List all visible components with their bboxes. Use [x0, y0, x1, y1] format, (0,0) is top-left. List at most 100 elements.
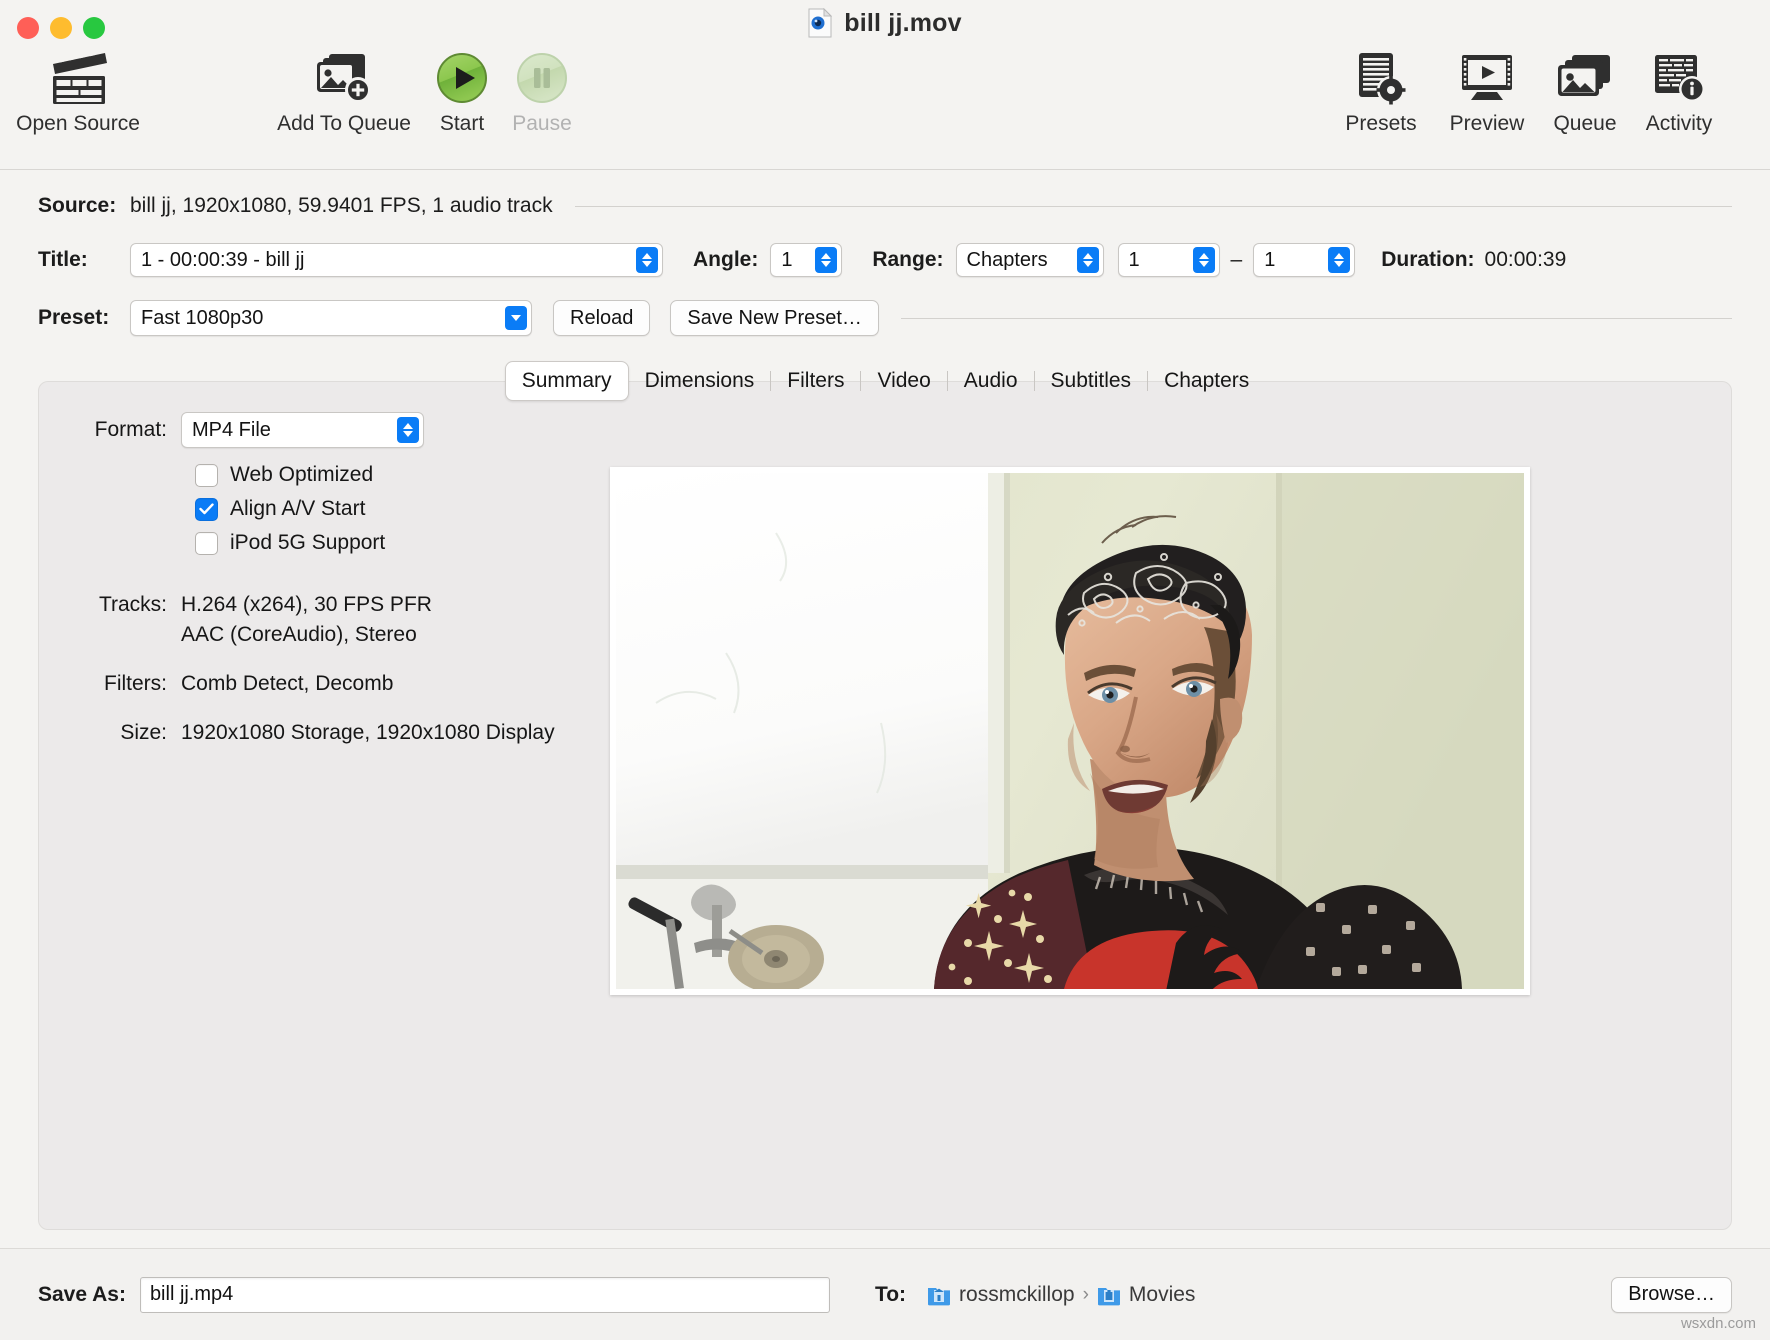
- align-av-start-label: Align A/V Start: [230, 497, 366, 520]
- monitor-play-icon: [1459, 48, 1515, 108]
- angle-popup[interactable]: 1: [770, 243, 843, 277]
- toolbar-pause-label: Pause: [512, 112, 572, 135]
- toolbar-preview-label: Preview: [1449, 112, 1525, 135]
- breadcrumb-separator: ›: [1082, 1283, 1089, 1305]
- clapperboard-icon: [47, 48, 109, 108]
- save-as-label: Save As:: [38, 1282, 126, 1306]
- toolbar-add-to-queue-label: Add To Queue: [277, 112, 411, 135]
- duration-label: Duration:: [1381, 248, 1475, 271]
- format-popup[interactable]: MP4 File: [181, 412, 424, 448]
- footer-bar: Save As: bill jj.mp4 To: rossmckillop ›: [0, 1248, 1770, 1340]
- breadcrumb-home[interactable]: rossmckillop: [927, 1283, 1075, 1307]
- queue-stack-icon: [1557, 48, 1613, 108]
- filters-label: Filters:: [104, 672, 167, 695]
- preview-thumbnail[interactable]: [610, 467, 1530, 995]
- pause-circle-icon: [515, 48, 569, 108]
- format-options: Web Optimized Align A/V Start iPod 5G Su…: [195, 458, 601, 560]
- angle-label: Angle:: [693, 248, 759, 271]
- duration-value: 00:00:39: [1484, 248, 1567, 271]
- document-icon: [808, 7, 833, 38]
- activity-info-icon: [1652, 48, 1706, 108]
- toolbar: bill jj.mov Open Source Add To Queue Sta…: [0, 0, 1770, 170]
- watermark: wsxdn.com: [1680, 1315, 1756, 1332]
- tabs: Summary Dimensions Filters Video Audio S…: [504, 361, 1266, 401]
- source-value: bill jj, 1920x1080, 59.9401 FPS, 1 audio…: [130, 194, 553, 217]
- filters-value: Comb Detect, Decomb: [181, 672, 394, 695]
- save-new-preset-button[interactable]: Save New Preset…: [670, 300, 879, 336]
- range-type-popup[interactable]: Chapters: [955, 243, 1104, 277]
- format-popup-value: MP4 File: [192, 418, 271, 441]
- toolbar-activity-label: Activity: [1645, 112, 1713, 135]
- toolbar-items: Open Source Add To Queue Start Pause Pre…: [0, 48, 1770, 158]
- save-as-input[interactable]: bill jj.mp4: [139, 1276, 830, 1313]
- window-title-text: bill jj.mov: [844, 8, 962, 37]
- toolbar-activity[interactable]: Activity: [1614, 48, 1744, 136]
- save-as-value: bill jj.mp4: [149, 1283, 234, 1305]
- tab-dimensions-label: Dimensions: [644, 369, 755, 392]
- preset-popup-value: Fast 1080p30: [141, 306, 264, 329]
- reload-button[interactable]: Reload: [553, 300, 651, 336]
- presets-gear-icon: [1355, 48, 1407, 108]
- range-start-popup[interactable]: 1: [1117, 243, 1220, 277]
- toolbar-queue-label: Queue: [1553, 112, 1617, 135]
- tab-chapters-label: Chapters: [1164, 369, 1250, 392]
- ipod-5g-support-label: iPod 5G Support: [230, 531, 386, 554]
- range-type-chevron-icon: [1076, 247, 1099, 273]
- tab-summary[interactable]: Summary: [504, 361, 629, 401]
- tab-video[interactable]: Video: [861, 361, 946, 401]
- preset-divider: [900, 317, 1732, 319]
- home-folder-icon: [927, 1284, 951, 1306]
- range-start-value: 1: [1128, 248, 1140, 271]
- title-label: Title:: [38, 248, 88, 271]
- range-dash: –: [1230, 248, 1243, 271]
- browse-button[interactable]: Browse…: [1611, 1276, 1732, 1313]
- checkbox-ipod-5g-support[interactable]: iPod 5G Support: [195, 526, 601, 560]
- tracks-audio-value: AAC (CoreAudio), Stereo: [181, 623, 417, 646]
- ipod-5g-support-checkbox-icon: [195, 531, 218, 555]
- toolbar-open-source[interactable]: Open Source: [13, 48, 143, 136]
- tab-audio-label: Audio: [963, 369, 1018, 392]
- format-label: Format:: [94, 418, 167, 441]
- tab-filters[interactable]: Filters: [771, 361, 860, 401]
- angle-popup-chevron-icon: [815, 247, 838, 273]
- breadcrumb-movies[interactable]: Movies: [1097, 1283, 1195, 1307]
- tab-dimensions[interactable]: Dimensions: [629, 361, 771, 401]
- filters-row: Filters: Comb Detect, Decomb: [81, 669, 601, 699]
- web-optimized-label: Web Optimized: [230, 463, 374, 486]
- preview-image: [616, 473, 1524, 989]
- format-popup-chevron-icon: [397, 417, 419, 443]
- movies-folder-icon: [1097, 1284, 1121, 1306]
- range-end-popup[interactable]: 1: [1253, 243, 1356, 277]
- source-row: Source: bill jj, 1920x1080, 59.9401 FPS,…: [38, 184, 1732, 228]
- add-image-icon: [315, 48, 373, 108]
- summary-form: Format: MP4 File Web Optimized Align A/V…: [81, 412, 601, 748]
- tab-subtitles[interactable]: Subtitles: [1035, 361, 1148, 401]
- toolbar-open-source-label: Open Source: [16, 112, 140, 135]
- toolbar-presets-label: Presets: [1345, 112, 1417, 135]
- checkbox-web-optimized[interactable]: Web Optimized: [195, 458, 601, 492]
- range-start-chevron-icon: [1192, 247, 1215, 273]
- size-label: Size:: [120, 721, 167, 744]
- title-popup-chevron-icon: [636, 247, 658, 273]
- tab-subtitles-label: Subtitles: [1050, 369, 1132, 392]
- tab-summary-label: Summary: [521, 369, 612, 392]
- format-row: Format: MP4 File: [81, 412, 601, 448]
- title-popup[interactable]: 1 - 00:00:39 - bill jj: [130, 243, 663, 277]
- tab-bar: Summary Dimensions Filters Video Audio S…: [38, 361, 1732, 401]
- angle-popup-value: 1: [781, 248, 793, 271]
- preset-row: Preset: Fast 1080p30 Reload Save New Pre…: [38, 293, 1732, 343]
- range-type-value: Chapters: [966, 248, 1048, 271]
- web-optimized-checkbox-icon: [195, 463, 218, 487]
- source-meta-area: Source: bill jj, 1920x1080, 59.9401 FPS,…: [0, 170, 1770, 343]
- preset-popup[interactable]: Fast 1080p30: [130, 300, 532, 336]
- tracks-video-value: H.264 (x264), 30 FPS PFR: [181, 593, 432, 616]
- toolbar-pause[interactable]: Pause: [477, 48, 607, 136]
- title-row: Title: 1 - 00:00:39 - bill jj Angle: 1 R…: [38, 236, 1732, 284]
- window-title-bar: bill jj.mov: [0, 7, 1770, 38]
- tab-filters-label: Filters: [787, 369, 845, 392]
- tab-chapters[interactable]: Chapters: [1148, 361, 1265, 401]
- tab-audio[interactable]: Audio: [948, 361, 1034, 401]
- toolbar-add-to-queue[interactable]: Add To Queue: [277, 48, 411, 136]
- checkbox-align-av-start[interactable]: Align A/V Start: [195, 492, 601, 526]
- preset-popup-chevron-down-icon: [505, 306, 527, 330]
